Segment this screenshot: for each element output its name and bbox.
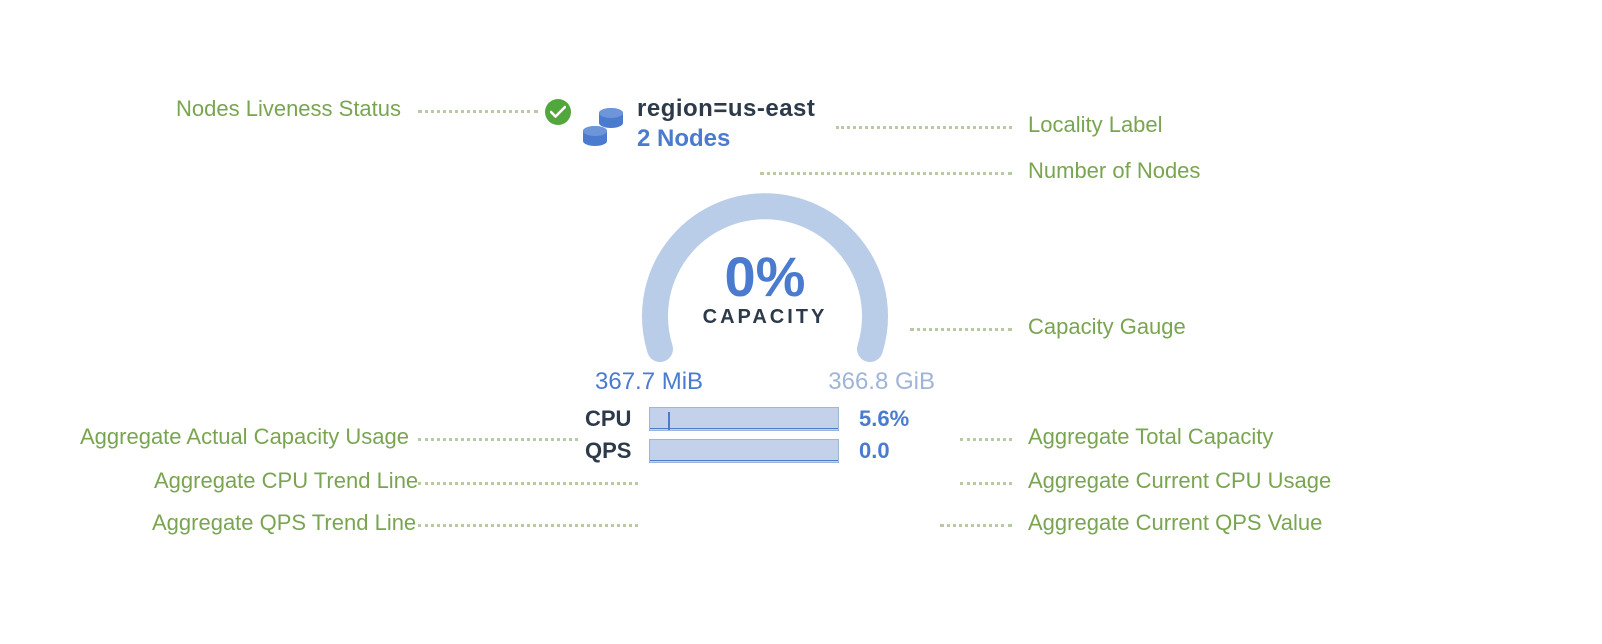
annotation-qps-line: Aggregate QPS Trend Line [152, 510, 416, 536]
leader-dots [418, 482, 638, 485]
locality-card: region=us-east 2 Nodes 0% CAPACITY 367.7… [545, 95, 985, 470]
annotation-locality: Locality Label [1028, 112, 1163, 138]
liveness-status-badge [545, 99, 571, 125]
leader-dots [940, 524, 1012, 527]
capacity-total: 366.8 GiB [828, 368, 935, 396]
annotation-nodes: Number of Nodes [1028, 158, 1200, 184]
leader-dots [960, 482, 1012, 485]
cpu-sparkline [649, 407, 839, 431]
capacity-gauge: 0% CAPACITY [615, 174, 915, 364]
annotation-qps-val: Aggregate Current QPS Value [1028, 510, 1322, 536]
gauge-percent: 0% [615, 244, 915, 309]
qps-row: QPS 0.0 [585, 438, 945, 464]
qps-sparkline [649, 439, 839, 463]
cpu-label: CPU [585, 406, 635, 432]
annotation-liveness: Nodes Liveness Status [176, 96, 401, 122]
annotation-used: Aggregate Actual Capacity Usage [80, 424, 409, 450]
annotation-total: Aggregate Total Capacity [1028, 424, 1273, 450]
qps-label: QPS [585, 438, 635, 464]
annotation-gauge: Capacity Gauge [1028, 314, 1186, 340]
leader-dots [418, 524, 638, 527]
qps-value: 0.0 [859, 438, 890, 464]
cpu-value: 5.6% [859, 406, 909, 432]
check-icon [550, 105, 566, 119]
locality-label: region=us-east [637, 95, 815, 123]
database-icon [581, 101, 627, 154]
cpu-row: CPU 5.6% [585, 406, 945, 432]
annotation-cpu-val: Aggregate Current CPU Usage [1028, 468, 1331, 494]
node-count: 2 Nodes [637, 125, 815, 153]
capacity-row: 367.7 MiB 366.8 GiB [595, 368, 935, 396]
capacity-used: 367.7 MiB [595, 368, 703, 396]
card-header: region=us-east 2 Nodes [545, 95, 985, 154]
annotation-cpu-line: Aggregate CPU Trend Line [154, 468, 418, 494]
gauge-label: CAPACITY [615, 306, 915, 329]
leader-dots [418, 110, 538, 113]
